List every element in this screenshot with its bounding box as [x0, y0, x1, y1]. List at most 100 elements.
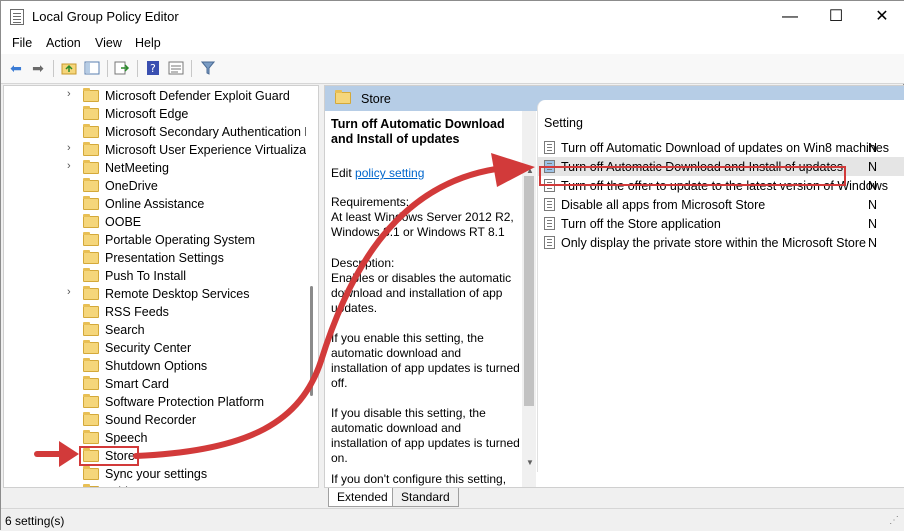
tree-item[interactable]: Push To Install — [4, 267, 318, 285]
edit-prefix: Edit — [331, 166, 356, 180]
tree-item[interactable]: OneDrive — [4, 177, 318, 195]
tree-item[interactable]: Software Protection Platform — [4, 393, 318, 411]
tree-item[interactable]: Speech — [4, 429, 318, 447]
requirements-heading: Requirements: — [331, 195, 410, 209]
tree-item[interactable]: Security Center — [4, 339, 318, 357]
tree-item-label: Security Center — [105, 341, 192, 355]
export-list-icon[interactable] — [113, 59, 131, 77]
tree-item[interactable]: › Remote Desktop Services — [4, 285, 318, 303]
tree-item[interactable]: Portable Operating System — [4, 231, 318, 249]
setting-row[interactable]: Turn off the Store application N — [538, 214, 904, 233]
tree-item[interactable]: Smart Card — [4, 375, 318, 393]
pane-header-title: Store — [361, 92, 391, 106]
tree-item[interactable]: Store — [4, 447, 318, 465]
folder-icon — [83, 178, 99, 192]
setting-column-header[interactable]: Setting — [544, 116, 583, 130]
resize-grip-icon[interactable]: ⋰ — [889, 515, 899, 526]
folder-icon — [83, 412, 99, 426]
description-panel: Turn off Automatic Download and Install … — [325, 111, 525, 487]
console-tree[interactable]: › Microsoft Defender Exploit Guard Microso… — [3, 85, 319, 488]
enable-text: If you enable this setting, the automati… — [331, 331, 520, 390]
minimize-button[interactable]: — — [767, 1, 813, 32]
folder-up-icon[interactable] — [60, 59, 78, 77]
setting-row[interactable]: Turn off Automatic Download of updates o… — [538, 138, 904, 157]
folder-icon — [83, 88, 99, 102]
folder-icon — [83, 286, 99, 300]
tree-item[interactable]: Presentation Settings — [4, 249, 318, 267]
expand-chevron-icon[interactable]: › — [67, 286, 71, 298]
tree-item-label: RSS Feeds — [105, 305, 169, 319]
description-text: Enables or disables the automatic downlo… — [331, 271, 512, 315]
maximize-button[interactable]: ☐ — [813, 1, 859, 32]
gpedit-app-icon — [10, 9, 24, 25]
menu-file[interactable]: File — [12, 36, 32, 50]
tree-scroll-thumb[interactable] — [310, 286, 313, 396]
tree-item[interactable]: Microsoft Secondary Authentication F — [4, 123, 318, 141]
help-icon[interactable]: ? — [144, 59, 162, 77]
tree-item-label: Presentation Settings — [105, 251, 224, 265]
tree-item[interactable]: Microsoft Edge — [4, 105, 318, 123]
tree-item-label: OneDrive — [105, 179, 158, 193]
status-bar: 6 setting(s) — [1, 508, 904, 531]
folder-icon — [83, 466, 99, 480]
status-text: 6 setting(s) — [5, 514, 65, 528]
tree-item[interactable]: Sound Recorder — [4, 411, 318, 429]
setting-row[interactable]: Disable all apps from Microsoft Store N — [538, 195, 904, 214]
not-configured-text: If you don't configure this setting, — [331, 472, 507, 486]
tree-item[interactable]: Online Assistance — [4, 195, 318, 213]
policy-setting-icon — [544, 198, 555, 211]
tree-item[interactable]: OOBE — [4, 213, 318, 231]
policy-setting-icon — [544, 141, 555, 154]
policy-setting-icon — [544, 236, 555, 249]
requirements-text: At least Windows Server 2012 R2, Windows… — [331, 210, 514, 239]
folder-icon — [83, 322, 99, 336]
tree-item[interactable]: › Microsoft User Experience Virtualizati — [4, 141, 318, 159]
description-heading: Description: — [331, 256, 395, 270]
menu-help[interactable]: Help — [135, 36, 161, 50]
close-button[interactable]: ✕ — [859, 1, 904, 32]
menu-action[interactable]: Action — [46, 36, 81, 50]
tree-item[interactable]: RSS Feeds — [4, 303, 318, 321]
expand-chevron-icon[interactable]: › — [67, 88, 71, 100]
expand-chevron-icon[interactable]: › — [67, 142, 71, 154]
expand-chevron-icon[interactable]: › — [67, 160, 71, 172]
folder-icon — [83, 214, 99, 228]
tab-standard[interactable]: Standard — [392, 488, 459, 507]
back-arrow-icon[interactable]: ⬅ — [7, 59, 25, 77]
policy-setting-link[interactable]: policy setting — [355, 166, 424, 180]
tree-item-label: NetMeeting — [105, 161, 169, 175]
tree-item-label: Sound Recorder — [105, 413, 197, 427]
tree-item-label: Online Assistance — [105, 197, 205, 211]
tree-item[interactable]: Shutdown Options — [4, 357, 318, 375]
tree-item-label: OOBE — [105, 215, 142, 229]
menu-view[interactable]: View — [95, 36, 122, 50]
details-pane: Store Turn off Automatic Download and In… — [324, 85, 904, 488]
console-tree-icon[interactable] — [83, 59, 101, 77]
tree-item[interactable]: Sync your settings — [4, 465, 318, 483]
setting-label: Disable all apps from Microsoft Store — [561, 198, 766, 212]
folder-icon — [83, 376, 99, 390]
settings-list[interactable]: Setting Turn off Automatic Download of u… — [537, 100, 904, 472]
tree-item[interactable]: › NetMeeting — [4, 159, 318, 177]
tree-item[interactable]: › Microsoft Defender Exploit Guard — [4, 87, 318, 105]
tab-extended[interactable]: Extended — [328, 488, 397, 507]
folder-icon — [83, 304, 99, 318]
toolbar: ⬅ ➡ ? — [1, 54, 904, 84]
tree-horizontal-scrollbar[interactable] — [3, 488, 319, 502]
description-scroll-thumb[interactable] — [524, 176, 534, 406]
forward-arrow-icon[interactable]: ➡ — [29, 59, 47, 77]
tree-item-label: Microsoft Secondary Authentication F — [105, 125, 313, 139]
view-tabs: Extended Standard — [324, 488, 904, 508]
setting-state: N — [868, 198, 878, 212]
properties-icon[interactable] — [167, 59, 185, 77]
tree-item-label: Sync your settings — [105, 467, 208, 481]
filter-icon[interactable] — [199, 59, 217, 77]
folder-icon — [83, 394, 99, 408]
setting-row[interactable]: Only display the private store within th… — [538, 233, 904, 252]
tree-item-label: Microsoft User Experience Virtualizati — [105, 143, 313, 157]
scroll-down-icon[interactable]: ▼ — [526, 458, 534, 467]
tree-item[interactable]: Search — [4, 321, 318, 339]
scroll-up-icon[interactable]: ▲ — [526, 166, 534, 175]
tree-item-label: Portable Operating System — [105, 233, 256, 247]
tree-item-label: Remote Desktop Services — [105, 287, 250, 301]
